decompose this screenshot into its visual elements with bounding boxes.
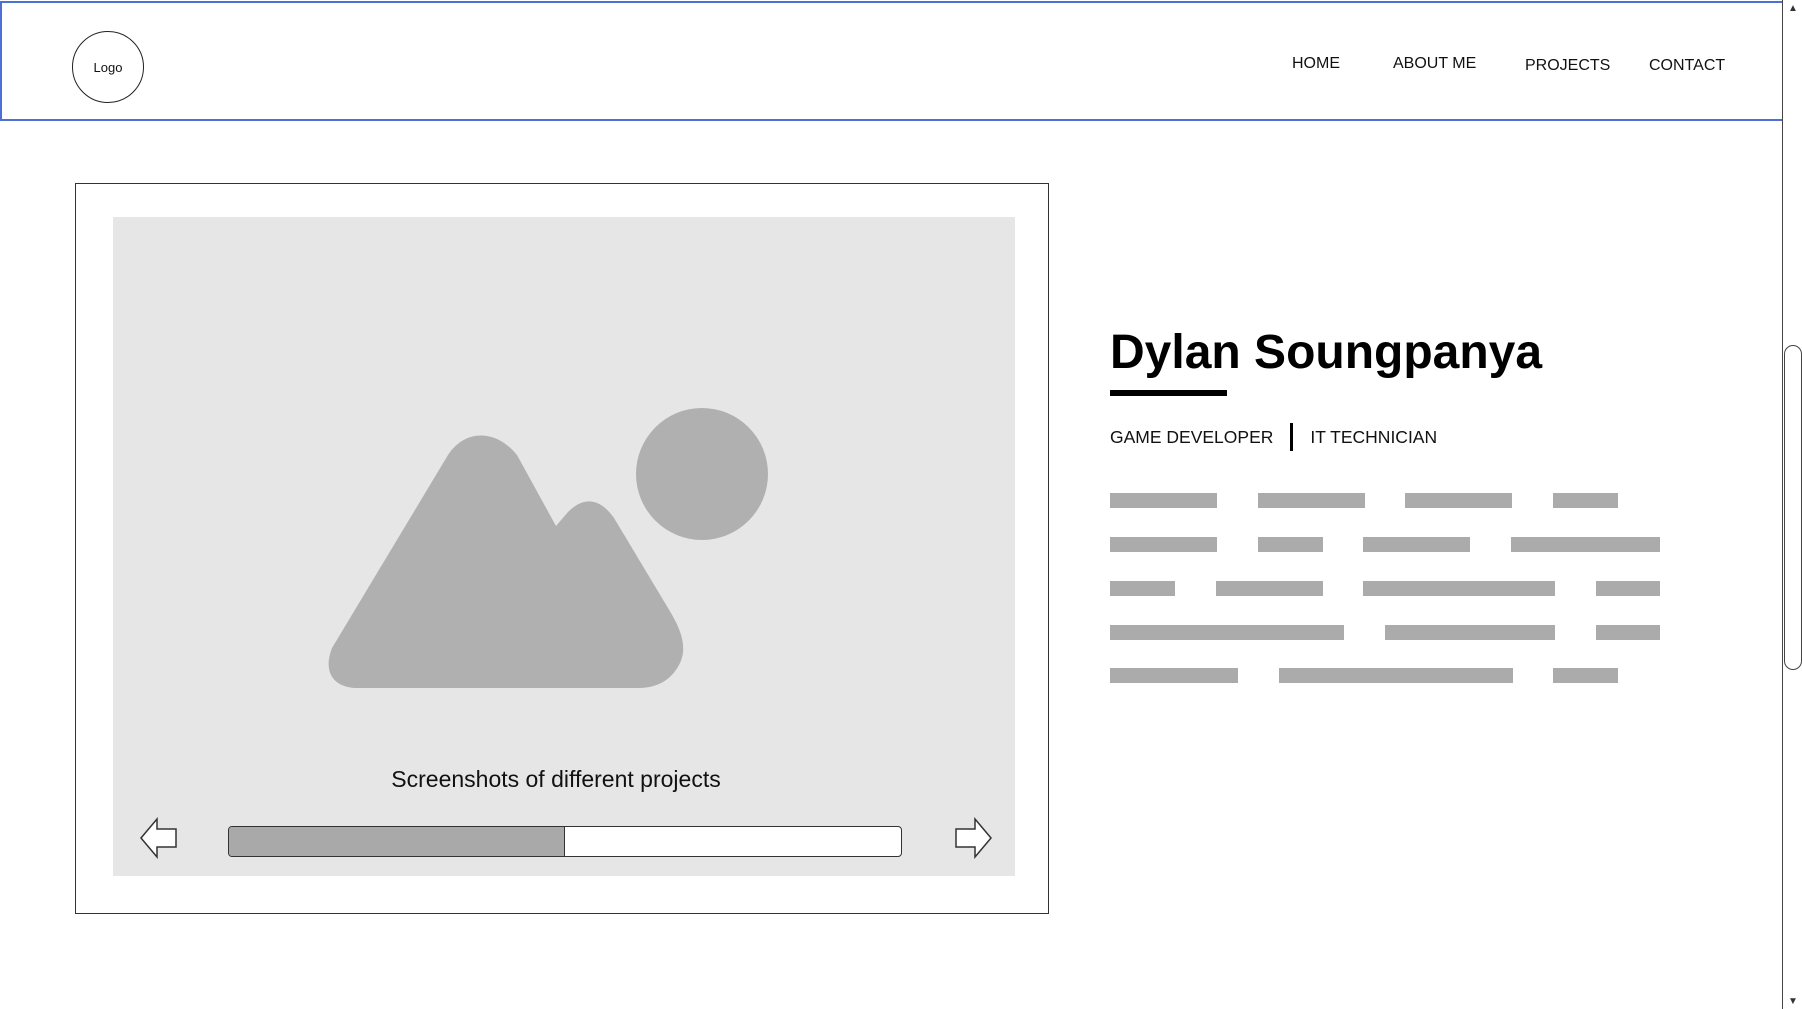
placeholder-text-line — [1110, 581, 1175, 596]
placeholder-text-line — [1596, 625, 1660, 640]
role-it-technician: IT TECHNICIAN — [1310, 426, 1438, 447]
role-game-developer: GAME DEVELOPER — [1110, 426, 1274, 447]
slide-progress-bar[interactable] — [228, 826, 902, 857]
placeholder-text-line — [1258, 493, 1365, 508]
placeholder-text-line — [1385, 625, 1555, 640]
arrow-left-icon[interactable] — [139, 817, 179, 859]
project-slider-card: Screenshots of different projects — [75, 183, 1049, 914]
arrow-right-icon[interactable] — [953, 817, 993, 859]
placeholder-text-line — [1405, 493, 1512, 508]
main-nav: HOME ABOUT ME PROJECTS CONTACT — [2, 55, 1797, 85]
placeholder-text-line — [1110, 625, 1344, 640]
slide-caption: Screenshots of different projects — [391, 766, 721, 792]
name-underline — [1110, 390, 1227, 396]
slide-area: Screenshots of different projects — [113, 217, 1015, 876]
placeholder-text-line — [1363, 537, 1470, 552]
nav-item-contact[interactable]: CONTACT — [1649, 57, 1725, 75]
placeholder-text-line — [1553, 668, 1618, 683]
scrollbar-thumb[interactable] — [1784, 345, 1802, 670]
placeholder-text-line — [1596, 581, 1660, 596]
scroll-down-icon[interactable]: ▼ — [1785, 993, 1801, 1009]
slide-progress-fill — [229, 827, 565, 856]
site-header: Logo HOME ABOUT ME PROJECTS CONTACT — [0, 1, 1799, 121]
nav-item-projects[interactable]: PROJECTS — [1525, 57, 1610, 75]
placeholder-text-line — [1110, 493, 1217, 508]
nav-item-about-me[interactable]: ABOUT ME — [1393, 55, 1476, 73]
profile-roles: GAME DEVELOPER IT TECHNICIAN — [1110, 422, 1437, 452]
placeholder-text-line — [1110, 537, 1217, 552]
placeholder-text-line — [1216, 581, 1323, 596]
nav-item-home[interactable]: HOME — [1292, 55, 1340, 73]
placeholder-text-line — [1363, 581, 1555, 596]
profile-name: Dylan Soungpanya — [1110, 326, 1543, 379]
placeholder-text-line — [1553, 493, 1618, 508]
role-divider — [1290, 423, 1294, 451]
placeholder-text-line — [1258, 537, 1323, 552]
placeholder-text-line — [1110, 668, 1238, 683]
scroll-up-icon[interactable]: ▲ — [1785, 0, 1801, 16]
page: Logo HOME ABOUT ME PROJECTS CONTACT Scre… — [0, 0, 1802, 1009]
image-placeholder-icon — [328, 408, 768, 688]
placeholder-text-line — [1279, 668, 1513, 683]
vertical-scrollbar[interactable]: ▲ ▼ — [1782, 0, 1802, 1009]
placeholder-text-line — [1511, 537, 1660, 552]
